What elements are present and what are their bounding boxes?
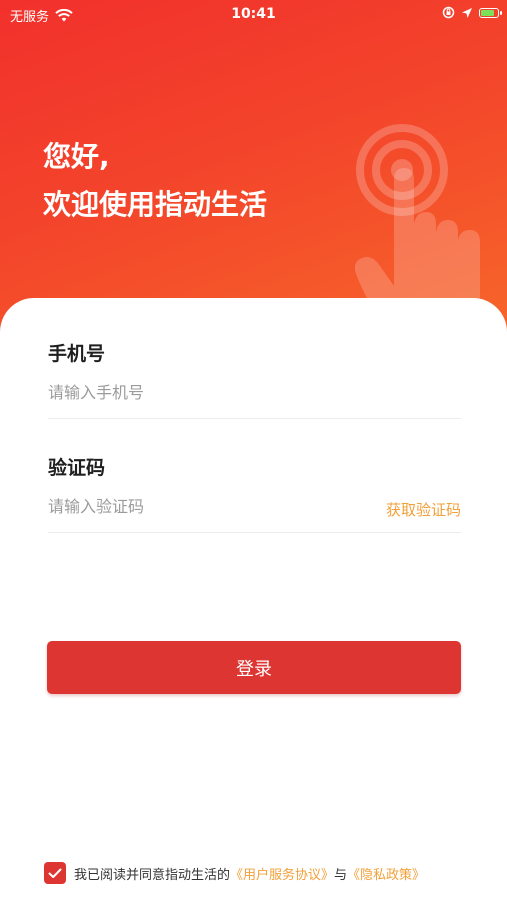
terms-link[interactable]: 《用户服务协议》: [230, 864, 334, 883]
agreement-conjunction: 与: [334, 867, 348, 883]
greeting-line-1: 您好,: [43, 140, 110, 173]
agreement-text: 我已阅读并同意指动生活的: [74, 867, 231, 883]
privacy-link[interactable]: 《隐私政策》: [347, 864, 425, 883]
tap-hand-icon: [354, 124, 480, 322]
status-time: 10:41: [231, 6, 276, 22]
phone-divider: [48, 418, 461, 419]
phone-label: 手机号: [48, 343, 106, 365]
agreement-checkbox[interactable]: [44, 862, 66, 884]
location-arrow-icon: [462, 7, 472, 18]
get-code-button[interactable]: 获取验证码: [386, 499, 461, 520]
checkmark-icon: [48, 868, 62, 878]
orientation-lock-icon: [442, 6, 455, 19]
status-right-group: [442, 6, 502, 19]
verification-code-input[interactable]: [48, 497, 348, 516]
hero-banner: 无服务 10:41 您好, 欢迎使用指动生活: [0, 0, 507, 340]
status-bar: 无服务 10:41: [0, 0, 507, 28]
greeting-line-2: 欢迎使用指动生活: [43, 188, 268, 221]
battery-charging-icon: [479, 7, 502, 18]
code-label: 验证码: [48, 457, 106, 479]
code-divider: [48, 532, 461, 533]
greeting-block: 您好, 欢迎使用指动生活: [43, 133, 267, 229]
login-button[interactable]: 登录: [47, 641, 461, 694]
phone-input[interactable]: [48, 383, 461, 402]
agreement-row: 我已阅读并同意指动生活的 《用户服务协议》 与 《隐私政策》: [44, 862, 425, 884]
